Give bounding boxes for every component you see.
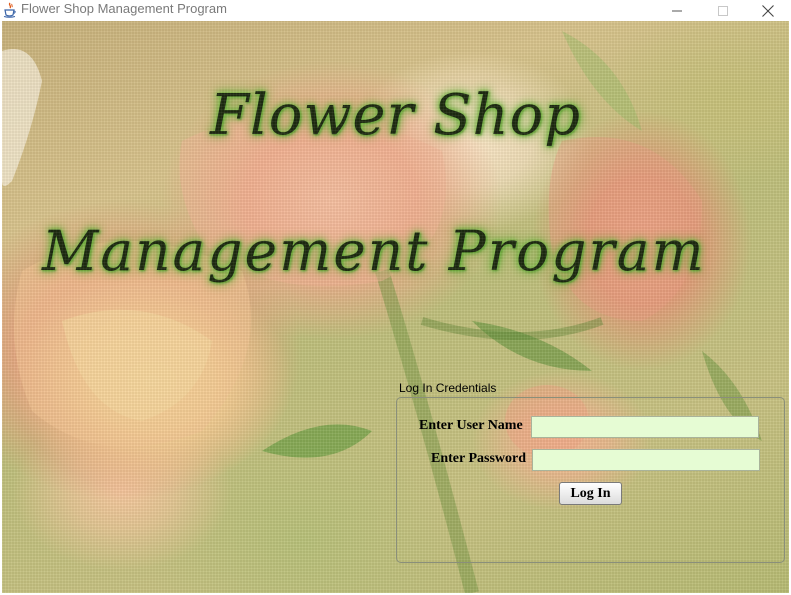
app-window: Flower Shop Management Program Flower Sh… (0, 0, 791, 595)
close-icon (762, 4, 774, 17)
password-label: Enter Password (431, 451, 527, 466)
title-bar[interactable]: Flower Shop Management Program (0, 0, 791, 21)
java-coffee-cup-icon (3, 2, 17, 18)
close-button[interactable] (745, 0, 791, 21)
password-input[interactable] (532, 449, 760, 471)
username-input[interactable] (531, 416, 759, 438)
login-group-title: Log In Credentials (399, 381, 497, 395)
hero-title-line-2: Management Program (42, 219, 706, 283)
maximize-button[interactable] (700, 0, 746, 21)
username-label: Enter User Name (419, 418, 523, 433)
minimize-icon (672, 6, 682, 16)
minimize-button[interactable] (654, 0, 700, 21)
maximize-icon (718, 5, 728, 16)
login-button[interactable]: Log In (559, 482, 622, 505)
hero-title-line-1: Flower Shop (210, 83, 582, 148)
window-title: Flower Shop Management Program (21, 1, 227, 16)
